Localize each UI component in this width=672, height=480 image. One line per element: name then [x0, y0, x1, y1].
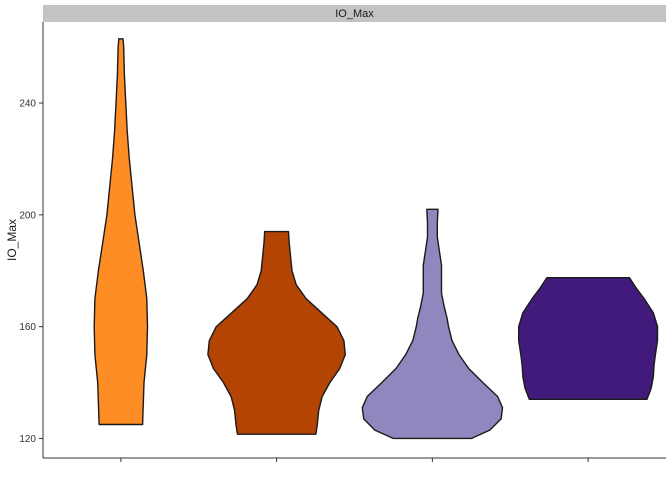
x-axis-ticks [120, 458, 589, 462]
violin-1 [93, 38, 149, 426]
y-axis-title: IO_Max [5, 219, 19, 261]
y-tick-label: 160 [19, 322, 36, 333]
y-axis-ticks: 120 160 200 240 [19, 99, 43, 445]
violin-group [93, 38, 659, 440]
y-tick-label: 200 [19, 210, 36, 221]
violin-3 [361, 208, 504, 440]
y-tick-label: 240 [19, 99, 36, 110]
violin-chart: IO_Max 120 160 200 240 IO_Max [5, 5, 666, 462]
facet-strip-title: IO_Max [335, 8, 374, 20]
violin-2 [207, 230, 346, 435]
violin-4 [518, 277, 659, 400]
y-tick-label: 120 [19, 434, 36, 445]
